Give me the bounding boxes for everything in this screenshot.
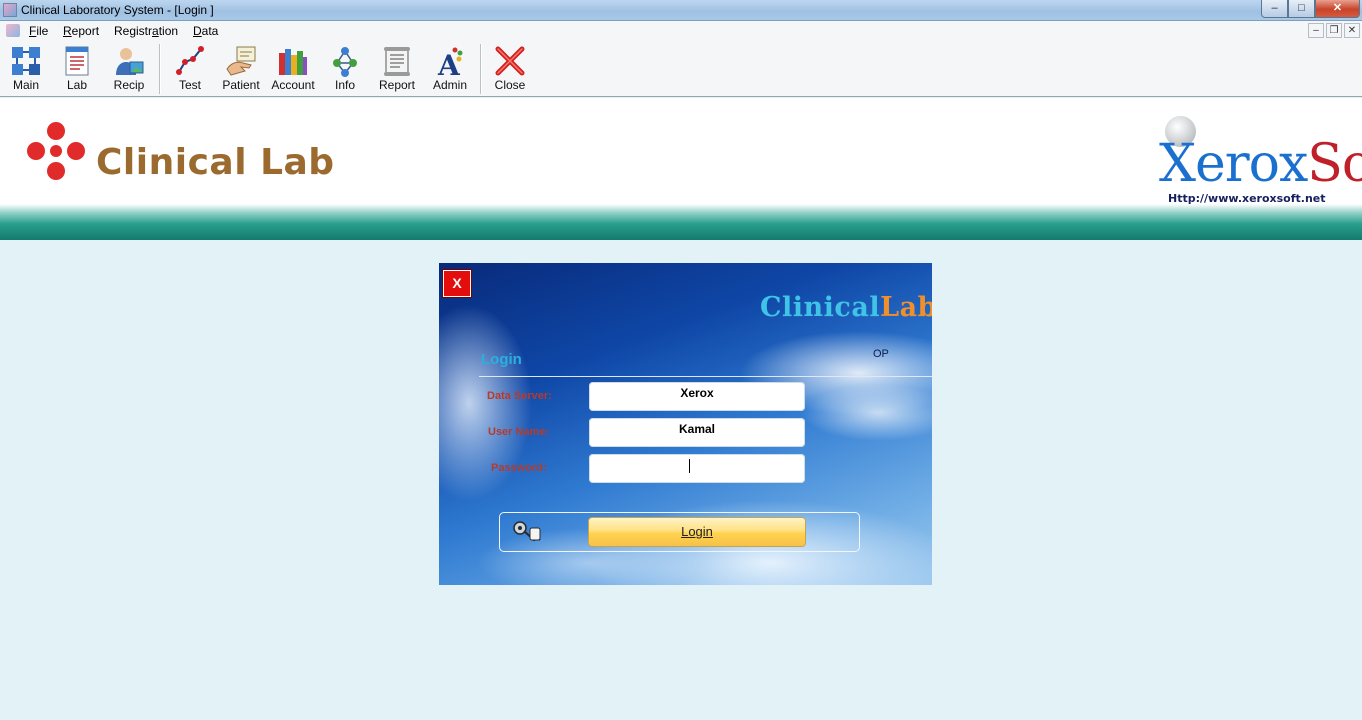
admin-letter-icon: A	[437, 47, 463, 77]
mdi-close-button[interactable]: ✕	[1344, 23, 1360, 38]
mdi-minimize-button[interactable]: –	[1308, 23, 1324, 38]
svg-text:A: A	[437, 49, 461, 77]
window-title: Clinical Laboratory System - [Login ]	[21, 3, 214, 17]
vendor-logo: XeroxSoft Http://www.xeroxsoft.net	[1155, 106, 1362, 206]
toolbar-admin-label: Admin	[432, 78, 467, 92]
mdi-window-controls: – ❐ ✕	[1308, 23, 1360, 38]
login-op-label: OP	[873, 348, 889, 360]
password-field[interactable]	[589, 454, 805, 483]
toolbar-lab-button[interactable]: Lab	[52, 42, 102, 96]
login-brand-part1: Clinical	[760, 292, 881, 323]
close-window-button[interactable]: ✕	[1315, 0, 1360, 18]
banner-band	[0, 204, 1362, 240]
minimize-button[interactable]: –	[1261, 0, 1288, 18]
login-button[interactable]: Login	[589, 518, 805, 546]
window-title-bar[interactable]: Clinical Laboratory System - [Login ] – …	[0, 0, 1362, 21]
toolbar-close-label: Close	[494, 78, 526, 92]
toolbar-account-button[interactable]: Account	[268, 42, 318, 96]
toolbar-info-button[interactable]: Info	[320, 42, 370, 96]
menu-data[interactable]: Data	[193, 24, 218, 38]
vendor-name-part2: Soft	[1307, 134, 1362, 194]
login-title: Login	[481, 351, 522, 368]
vendor-name-part1: Xerox	[1159, 134, 1308, 194]
app-name-logo: Clinical Lab	[96, 142, 335, 183]
login-divider	[479, 376, 932, 377]
toolbar-recip-label: Recip	[113, 78, 145, 92]
account-books-icon	[279, 49, 307, 75]
app-banner: Clinical Lab XeroxSoft Http://www.xeroxs…	[0, 98, 1362, 240]
login-dialog: X ClinicalLab Login OP Data Server: Xero…	[439, 263, 932, 585]
toolbar-test-button[interactable]: Test	[165, 42, 215, 96]
toolbar-patient-button[interactable]: Patient	[216, 42, 266, 96]
toolbar-admin-button[interactable]: A Admin	[425, 42, 475, 96]
toolbar-recip-button[interactable]: Recip	[104, 42, 154, 96]
user-name-label: User Name:	[488, 426, 550, 438]
test-graph-icon	[176, 46, 204, 75]
menu-bar: File Report Registration Data	[0, 21, 1362, 42]
toolbar-close-button[interactable]: Close	[485, 42, 535, 96]
patient-hand-icon	[226, 46, 256, 76]
key-icon	[513, 521, 541, 542]
login-close-button[interactable]: X	[443, 270, 471, 297]
lab-document-icon	[65, 46, 89, 76]
report-scroll-icon	[384, 47, 410, 76]
maximize-button[interactable]: □	[1288, 0, 1315, 18]
app-icon	[3, 3, 17, 17]
user-name-field[interactable]: Kamal	[589, 418, 805, 447]
close-x-icon	[495, 46, 525, 76]
toolbar-report-button[interactable]: Report	[372, 42, 422, 96]
mdi-restore-button[interactable]: ❐	[1326, 23, 1342, 38]
clinical-lab-logo-icon	[27, 122, 85, 180]
toolbar-main-button[interactable]: Main	[1, 42, 51, 96]
menu-report[interactable]: Report	[63, 24, 99, 38]
password-label: Password:	[491, 462, 547, 474]
data-server-label: Data Server:	[487, 390, 552, 402]
data-server-field[interactable]: Xerox	[589, 382, 805, 411]
menu-registration[interactable]: Registration	[114, 24, 178, 38]
login-brand: ClinicalLab	[760, 292, 932, 323]
login-brand-part2: Lab	[880, 292, 932, 323]
text-caret	[689, 459, 690, 473]
menu-file[interactable]: File	[29, 24, 48, 38]
main-grid-icon	[12, 47, 40, 75]
mdi-child-icon[interactable]	[6, 24, 20, 37]
info-network-icon	[333, 47, 357, 77]
toolbar: Main Lab Recip Test Patient Account Info…	[0, 42, 1362, 97]
recip-person-icon	[116, 48, 144, 75]
